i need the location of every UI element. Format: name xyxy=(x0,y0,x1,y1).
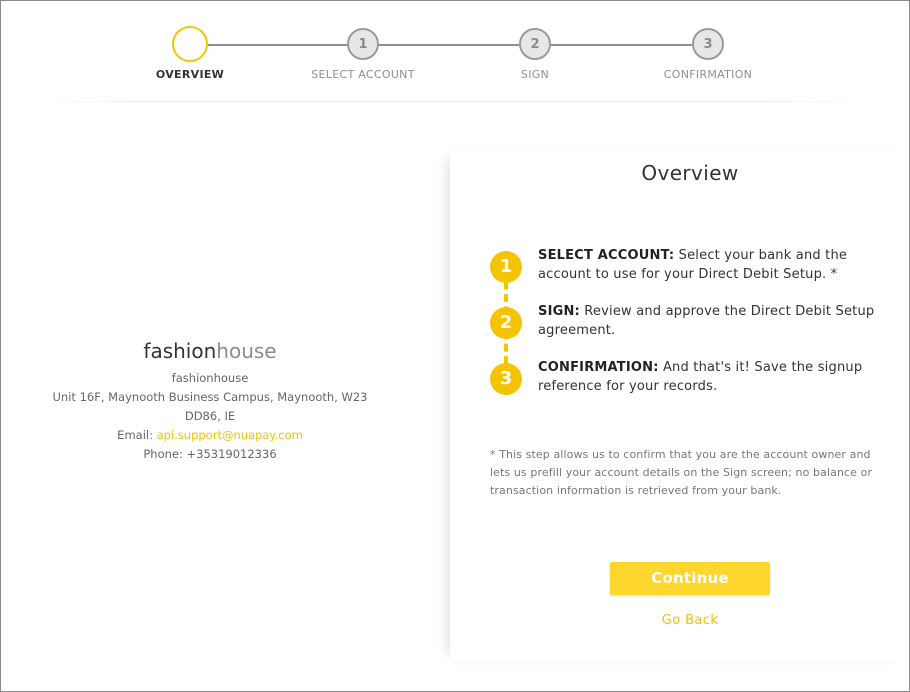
email-link[interactable]: api.support@nuapay.com xyxy=(157,428,303,442)
step-3-description: CONFIRMATION: And that's it! Save the si… xyxy=(538,358,888,396)
stepper-connector xyxy=(208,44,347,46)
step-overview-circle[interactable] xyxy=(172,26,208,62)
step-number-2-badge: 2 xyxy=(490,307,522,339)
merchant-phone: Phone: +35319012336 xyxy=(143,447,277,461)
step-select-account-circle[interactable]: 1 xyxy=(347,28,379,60)
step-number-3-badge: 3 xyxy=(490,363,522,395)
logo-part-house: house xyxy=(216,339,277,363)
step-2-text: Review and approve the Direct Debit Setu… xyxy=(538,304,875,338)
step-overview-label: OVERVIEW xyxy=(155,68,225,81)
step-sign-circle[interactable]: 2 xyxy=(519,28,551,60)
merchant-logo: fashionhouse xyxy=(41,337,379,365)
merchant-info: fashionhouse fashionhouse Unit 16F, Mayn… xyxy=(41,337,379,464)
step-2-heading: SIGN: xyxy=(538,304,580,319)
step-select-account-label: SELECT ACCOUNT xyxy=(311,68,415,81)
step-2-description: SIGN: Review and approve the Direct Debi… xyxy=(538,302,888,340)
header-divider xyxy=(31,101,871,102)
step-sign-label: SIGN xyxy=(520,68,550,81)
page-frame: 1 2 3 OVERVIEW SELECT ACCOUNT SIGN CONFI… xyxy=(0,0,910,692)
step-confirmation-label: CONFIRMATION xyxy=(663,68,753,81)
progress-stepper: 1 2 3 OVERVIEW SELECT ACCOUNT SIGN CONFI… xyxy=(1,1,909,101)
merchant-address: Unit 16F, Maynooth Business Campus, Mayn… xyxy=(52,390,368,423)
step-number-1-badge: 1 xyxy=(490,251,522,283)
stepper-connector xyxy=(379,44,519,46)
overview-panel: Overview 1 SELECT ACCOUNT: Select your b… xyxy=(450,151,909,661)
step-confirmation-circle[interactable]: 3 xyxy=(692,28,724,60)
panel-title: Overview xyxy=(641,161,739,185)
stepper-connector xyxy=(551,44,692,46)
logo-part-fashion: fashion xyxy=(143,339,217,363)
merchant-name: fashionhouse xyxy=(171,371,249,385)
step-3-heading: CONFIRMATION: xyxy=(538,360,659,375)
footnote: * This step allows us to confirm that yo… xyxy=(490,448,873,497)
step-1-heading: SELECT ACCOUNT: xyxy=(538,248,675,263)
continue-button[interactable]: Continue xyxy=(610,562,770,595)
go-back-link[interactable]: Go Back xyxy=(610,613,770,628)
merchant-email: Email: api.support@nuapay.com xyxy=(41,426,379,445)
step-1-description: SELECT ACCOUNT: Select your bank and the… xyxy=(538,246,888,284)
email-label: Email: xyxy=(117,428,157,442)
